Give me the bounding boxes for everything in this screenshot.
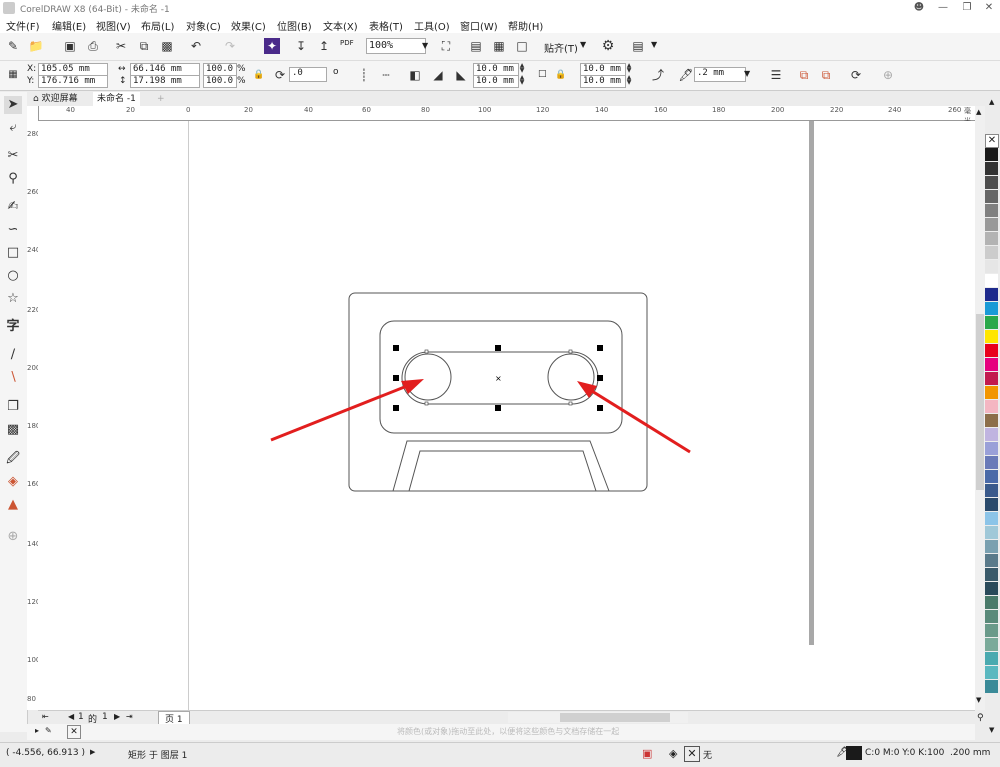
drawing-svg: × (270, 292, 691, 492)
color-swatch[interactable] (985, 624, 998, 637)
color-swatch[interactable] (985, 596, 998, 609)
color-swatch[interactable] (985, 680, 998, 693)
no-color-swatch[interactable]: ✕ (985, 134, 999, 148)
palette-scroll-up-icon[interactable]: ▲ (989, 98, 994, 106)
outline-color-swatch (846, 746, 862, 760)
color-swatch[interactable] (985, 274, 998, 287)
left-reel-circle (404, 353, 452, 401)
color-swatch[interactable] (985, 400, 998, 413)
color-swatch[interactable] (985, 498, 998, 511)
horizontal-scrollbar[interactable] (508, 712, 688, 723)
no-fill-icon: ✕ (684, 746, 700, 762)
last-page-icon[interactable]: ⇥ (126, 712, 133, 721)
document-palette[interactable]: ▸ ✎ ✕ 将颜色(或对象)拖动至此处，以便将这些颜色与文档存储在一起 (27, 724, 975, 740)
next-page-icon[interactable]: ▶ (114, 712, 120, 721)
color-swatch[interactable] (985, 428, 998, 441)
color-swatch[interactable] (985, 638, 998, 651)
color-swatch[interactable] (985, 512, 998, 525)
no-color-small-icon[interactable]: ✕ (67, 725, 81, 739)
color-swatch[interactable] (985, 456, 998, 469)
palette-menu-icon[interactable]: ▸ (35, 726, 39, 735)
color-swatch[interactable] (985, 148, 998, 161)
color-swatch[interactable] (985, 470, 998, 483)
color-proof-icon[interactable]: ▣ (642, 747, 652, 760)
color-swatch[interactable] (985, 526, 998, 539)
prev-page-icon[interactable]: ◀ (68, 712, 74, 721)
color-swatch[interactable] (985, 568, 998, 581)
color-swatch[interactable] (985, 232, 998, 245)
color-swatch[interactable] (985, 582, 998, 595)
color-swatch[interactable] (985, 442, 998, 455)
outline-width-label: .200 mm (950, 748, 991, 758)
page-navigator: ⇤ ◀ 1 的 1 ▶ ⇥ 页 1 (38, 710, 975, 726)
color-swatch[interactable] (985, 316, 998, 329)
scroll-down-icon[interactable]: ▼ (976, 696, 981, 704)
fill-label: 无 (703, 751, 713, 761)
color-swatch[interactable] (985, 372, 998, 385)
total-pages: 1 (102, 712, 108, 722)
cursor-coordinates: ( -4.556, 66.913 ) (6, 748, 85, 758)
color-swatch[interactable] (985, 610, 998, 623)
color-swatch[interactable] (985, 176, 998, 189)
color-swatch[interactable] (985, 652, 998, 665)
color-swatch[interactable] (985, 386, 998, 399)
current-page: 1 (78, 712, 84, 722)
object-info: 矩形 于 图层 1 (128, 751, 188, 761)
vertical-scrollbar[interactable]: ▲ ▼ (975, 106, 985, 710)
cassette-bottom-trapezoid-inner (408, 450, 597, 492)
palette-hint: 将颜色(或对象)拖动至此处，以便将这些颜色与文档存储在一起 (397, 727, 620, 736)
cassette-bottom-trapezoid-outer (392, 440, 610, 492)
color-swatch[interactable] (985, 358, 998, 371)
color-swatch[interactable] (985, 414, 998, 427)
color-swatch[interactable] (985, 162, 998, 175)
color-swatch[interactable] (985, 330, 998, 343)
center-mark: × (495, 374, 502, 383)
color-swatch[interactable] (985, 288, 998, 301)
color-palette (985, 148, 998, 728)
palette-scroll-down-icon[interactable]: ▼ (989, 726, 994, 734)
color-swatch[interactable] (985, 666, 998, 679)
color-swatch[interactable] (985, 540, 998, 553)
color-swatch[interactable] (985, 260, 998, 273)
color-swatch[interactable] (985, 246, 998, 259)
color-swatch[interactable] (985, 190, 998, 203)
first-page-icon[interactable]: ⇤ (42, 712, 49, 721)
color-swatch[interactable] (985, 204, 998, 217)
h-scroll-thumb[interactable] (560, 713, 670, 722)
color-swatch[interactable] (985, 554, 998, 567)
color-swatch[interactable] (985, 302, 998, 315)
color-swatch[interactable] (985, 344, 998, 357)
outline-color-label: C:0 M:0 Y:0 K:100 (865, 748, 945, 758)
fill-bucket-icon: ◈ (669, 747, 678, 760)
scroll-thumb[interactable] (976, 314, 984, 490)
status-bar: ( -4.556, 66.913 ) ▶ 矩形 于 图层 1 ▣ ◈ ✕ 无 🖋… (0, 742, 1000, 767)
color-swatch[interactable] (985, 218, 998, 231)
scroll-up-icon[interactable]: ▲ (976, 108, 981, 116)
color-swatch[interactable] (985, 484, 998, 497)
status-arrow-icon[interactable]: ▶ (90, 748, 95, 756)
palette-zoom-icon[interactable]: ⚲ (977, 713, 984, 723)
eyedropper-small-icon[interactable]: ✎ (45, 726, 52, 735)
